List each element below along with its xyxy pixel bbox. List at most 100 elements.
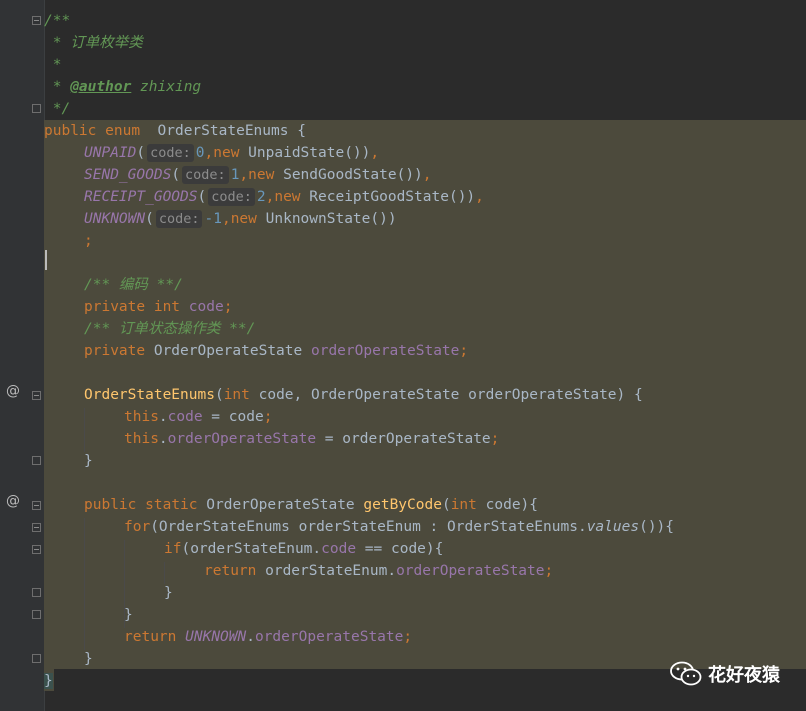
code-line[interactable]: this.orderOperateState = orderOperateSta… (124, 428, 499, 450)
code-line[interactable]: */ (44, 98, 70, 120)
code-line[interactable]: SEND_GOODS(code: 1,new SendGoodState()), (84, 164, 432, 186)
class-name: UnpaidState (248, 145, 345, 161)
wechat-icon (670, 661, 702, 687)
brace: } (84, 453, 93, 469)
expression: == code){ (356, 541, 444, 557)
comment: /** 编码 **/ (84, 277, 183, 293)
semicolon: ; (84, 233, 93, 249)
expression: orderStateEnum. (256, 563, 397, 579)
method-name: getByCode (363, 497, 442, 513)
fold-end-doc[interactable] (32, 104, 41, 113)
keyword: static (145, 497, 198, 513)
code-line[interactable]: * (44, 54, 62, 76)
code-line[interactable]: private int code; (84, 296, 232, 318)
enum-constant: UNKNOWN (84, 211, 146, 227)
code-line[interactable]: if(orderStateEnum.code == code){ (164, 538, 443, 560)
text-cursor (45, 250, 47, 270)
indent-guide (84, 518, 85, 650)
parameter-hint: code: (182, 166, 229, 184)
parameter-hint: code: (155, 210, 203, 228)
doc-comment: /** (44, 13, 71, 29)
number-literal: -1 (204, 211, 222, 227)
field-name: orderOperateState (396, 563, 545, 579)
method-call: values (586, 519, 640, 535)
keyword: if (164, 541, 182, 557)
enum-constant: RECEIPT_GOODS (84, 189, 198, 205)
brace: } (164, 585, 173, 601)
parameters: code){ (476, 497, 539, 513)
override-annotation-icon[interactable]: @ (6, 383, 20, 399)
keyword: for (124, 519, 151, 535)
expression: ()){ (639, 519, 675, 535)
expression: (OrderStateEnums orderStateEnum : OrderS… (150, 519, 587, 535)
field-name: orderOperateState (310, 343, 460, 359)
parameter-hint: code: (147, 144, 194, 162)
class-name: OrderOperateState (153, 343, 303, 359)
enum-constant: UNPAID (84, 145, 137, 161)
field-name: code (321, 541, 357, 557)
doc-tag: @author (70, 79, 132, 95)
code-line[interactable]: ; (84, 230, 93, 252)
field-name: orderOperateState (167, 431, 317, 447)
code-line[interactable]: private OrderOperateState orderOperateSt… (84, 340, 468, 362)
code-line[interactable]: UNPAID(code: 0,new UnpaidState()), (84, 142, 379, 164)
code-line[interactable]: } (44, 670, 53, 692)
code-line[interactable]: RECEIPT_GOODS(code: 2,new ReceiptGoodStat… (84, 186, 484, 208)
brace: } (124, 607, 133, 623)
indent-guide (84, 408, 85, 452)
code-line[interactable]: /** 订单状态操作类 **/ (84, 318, 255, 340)
doc-comment: * 订单枚举类 (44, 35, 143, 51)
code-line[interactable]: return orderStateEnum.orderOperateState; (204, 560, 553, 582)
fold-end-method[interactable] (32, 654, 41, 663)
expression: = orderOperateState (316, 431, 491, 447)
class-name: OrderOperateState (206, 497, 355, 513)
keyword: enum (105, 123, 141, 139)
number-literal: 0 (195, 145, 205, 161)
expression: (orderStateEnum. (181, 541, 322, 557)
brace: { (297, 123, 306, 139)
fold-toggle-method[interactable] (32, 501, 41, 510)
number-literal: 2 (256, 189, 266, 205)
code-line[interactable]: } (124, 604, 133, 626)
code-line[interactable]: } (84, 450, 93, 472)
field-name: code (167, 409, 203, 425)
brace: } (44, 673, 53, 689)
enum-constant: UNKNOWN (185, 629, 247, 645)
code-line[interactable]: * @author zhixing (44, 76, 201, 98)
code-line[interactable]: OrderStateEnums(int code, OrderOperateSt… (84, 384, 643, 406)
constructor-name: OrderStateEnums (84, 387, 215, 403)
fold-end-for[interactable] (32, 610, 41, 619)
doc-comment: * (44, 57, 62, 73)
override-annotation-icon[interactable]: @ (6, 493, 20, 509)
code-line[interactable]: return UNKNOWN.orderOperateState; (124, 626, 412, 648)
field-name: code (188, 299, 224, 315)
code-line[interactable]: } (164, 582, 173, 604)
keyword: int (450, 497, 477, 513)
code-line[interactable]: this.code = code; (124, 406, 272, 428)
fold-end-constructor[interactable] (32, 456, 41, 465)
parameter-hint: code: (208, 188, 255, 206)
indent-guide (164, 562, 165, 584)
fold-toggle-for[interactable] (32, 523, 41, 532)
keyword: return (124, 629, 177, 645)
code-line[interactable]: public static OrderOperateState getByCod… (84, 494, 538, 516)
field-name: orderOperateState (254, 629, 404, 645)
code-line[interactable]: } (84, 648, 93, 670)
fold-toggle-constructor[interactable] (32, 391, 41, 400)
code-line[interactable]: * 订单枚举类 (44, 32, 143, 54)
class-name: ReceiptGoodState (309, 189, 449, 205)
keyword: this (124, 409, 159, 425)
code-line[interactable]: /** 编码 **/ (84, 274, 183, 296)
code-line[interactable]: UNKNOWN(code: -1,new UnknownState()) (84, 208, 397, 230)
fold-toggle-doc[interactable] (32, 16, 41, 25)
code-line[interactable]: public enum OrderStateEnums { (44, 120, 306, 142)
code-line[interactable]: for(OrderStateEnums orderStateEnum : Ord… (124, 516, 674, 538)
parameters: code, OrderOperateState orderOperateStat… (249, 387, 643, 403)
keyword: int (153, 299, 181, 315)
enum-constant: SEND_GOODS (84, 167, 172, 183)
code-line[interactable]: /** (44, 10, 70, 32)
watermark: 花好夜猿 (670, 661, 780, 687)
fold-toggle-if[interactable] (32, 545, 41, 554)
brace: } (84, 651, 93, 667)
fold-end-if[interactable] (32, 588, 41, 597)
